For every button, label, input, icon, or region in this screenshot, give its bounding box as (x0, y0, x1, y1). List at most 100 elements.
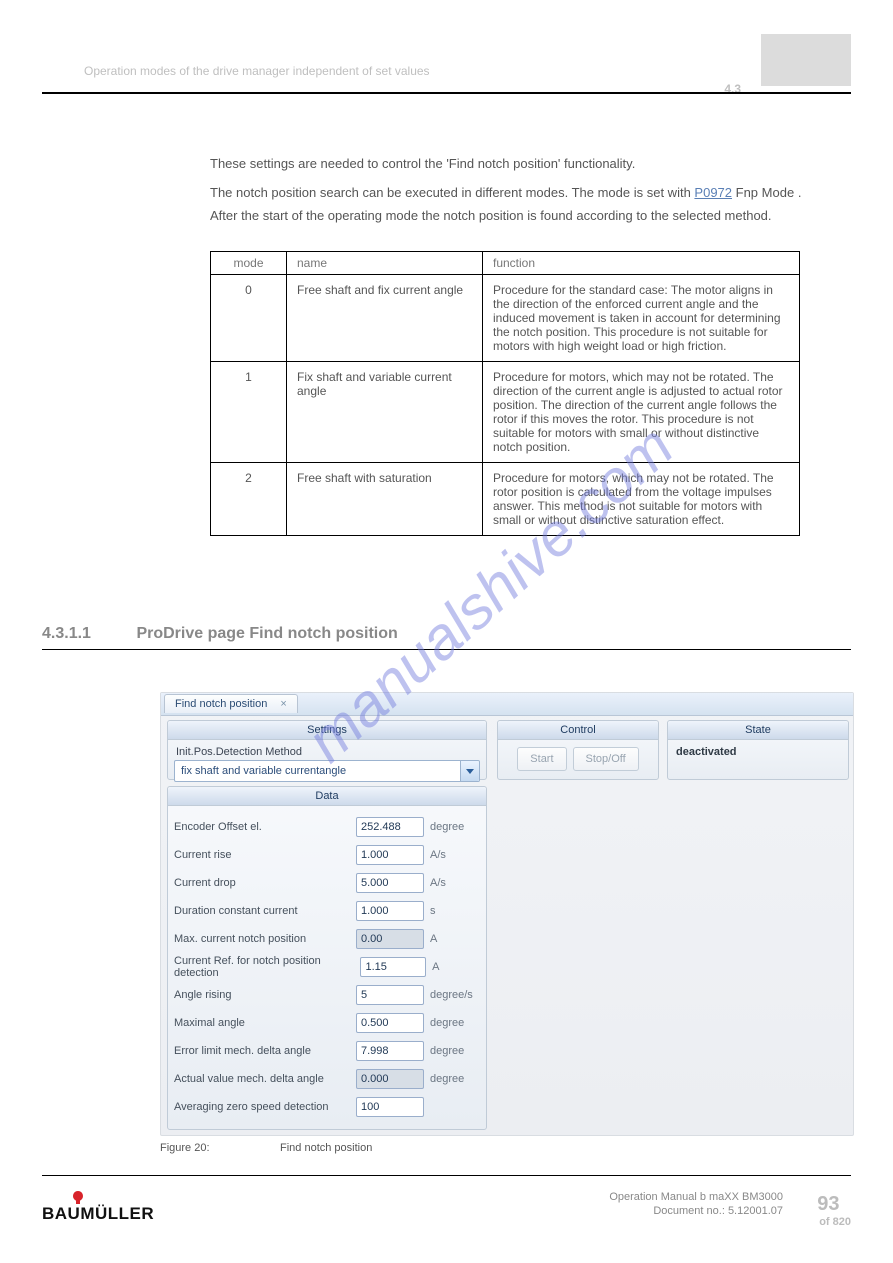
footer-manual-title: Operation Manual b maXX BM3000 (609, 1190, 783, 1204)
cell-func: Procedure for the standard case: The mot… (483, 275, 800, 362)
cell-mode: 1 (211, 362, 287, 463)
cell-mode: 0 (211, 275, 287, 362)
data-row: Error limit mech. delta angle7.998degree (174, 1038, 480, 1064)
data-row: Maximal angle0.500degree (174, 1010, 480, 1036)
col-function: function (483, 252, 800, 275)
data-row-unit: degree (430, 1073, 480, 1085)
cell-func: Procedure for motors, which may not be r… (483, 362, 800, 463)
data-row-label: Max. current notch position (174, 933, 356, 945)
intro-line2: The notch position search can be execute… (210, 184, 841, 203)
panel-state: State deactivated (667, 720, 849, 780)
intro-line2-tail: . (798, 185, 802, 200)
data-row-input[interactable]: 5 (356, 985, 424, 1005)
data-row-input[interactable]: 0.500 (356, 1013, 424, 1033)
intro-line2-a: The notch position search can be execute… (210, 185, 694, 200)
ipdm-label: Init.Pos.Detection Method (176, 746, 480, 758)
data-row: Current drop5.000 A/s (174, 870, 480, 896)
intro-text: These settings are needed to control the… (210, 155, 841, 226)
footer-rule (42, 1175, 851, 1176)
data-row-input[interactable]: 1.15 (360, 957, 426, 977)
figure-desc: Find notch position (280, 1142, 372, 1154)
data-row: Current rise1.000A/s (174, 842, 480, 868)
data-row-input: 0.00 (356, 929, 424, 949)
page-header: Operation modes of the drive manager ind… (42, 34, 851, 86)
data-row-input[interactable]: 5.000 (356, 873, 424, 893)
section-title: ProDrive page Find notch position (136, 625, 397, 642)
figure-label: Figure 20: (160, 1142, 210, 1154)
data-row-label: Duration constant current (174, 905, 356, 917)
data-row-label: Current Ref. for notch position detectio… (174, 955, 360, 979)
panel-header-control: Control (498, 721, 658, 740)
data-row-input[interactable]: 1.000 (356, 901, 424, 921)
data-row-label: Actual value mech. delta angle (174, 1073, 356, 1085)
start-button[interactable]: Start (517, 747, 566, 771)
control-body: Start Stop/Off (498, 740, 658, 778)
header-top: Operation modes of the drive manager ind… (42, 34, 851, 86)
data-row-unit: degree (430, 1017, 480, 1029)
cell-name: Free shaft and fix current angle (287, 275, 483, 362)
param-link[interactable]: P0972 (694, 185, 732, 200)
intro-line1: These settings are needed to control the… (210, 155, 841, 174)
ipdm-value: fix shaft and variable currentangle (181, 765, 346, 777)
table-head-row: mode name function (211, 252, 800, 275)
data-row-unit: A (432, 961, 480, 973)
data-row: Actual value mech. delta angle0.000 degre… (174, 1066, 480, 1092)
data-row-label: Current rise (174, 849, 356, 861)
data-row-label: Angle rising (174, 989, 356, 1001)
cell-func: Procedure for motors, which may not be r… (483, 463, 800, 536)
data-row: Duration constant current1.000s (174, 898, 480, 924)
table-row: 0 Free shaft and fix current angle Proce… (211, 275, 800, 362)
panel-header-data: Data (168, 787, 486, 806)
close-icon[interactable]: × (280, 698, 286, 710)
footer-doc-id: Document no.: 5.12001.07 (609, 1204, 783, 1218)
panel-data: Data Encoder Offset el.252.488 degree Curr… (167, 786, 487, 1130)
section-number: 4.3.1.1 (42, 625, 132, 643)
ipdm-dropdown[interactable]: fix shaft and variable currentangle (174, 760, 480, 782)
tab-find-notch[interactable]: Find notch position × (164, 694, 298, 713)
svg-text:BAUMÜLLER: BAUMÜLLER (42, 1204, 154, 1223)
header-rule (42, 92, 851, 94)
footer-right: Operation Manual b maXX BM3000 Document … (609, 1190, 783, 1219)
tab-bar: Find notch position × (161, 693, 853, 716)
section-rule (42, 649, 851, 650)
header-section-text: Operation modes of the drive manager ind… (84, 64, 430, 78)
page-num-value: 93 (817, 1193, 839, 1215)
col-name: name (287, 252, 483, 275)
data-row-label: Encoder Offset el. (174, 821, 356, 833)
col-mode: mode (211, 252, 287, 275)
data-row-input: 0.000 (356, 1069, 424, 1089)
data-row-input[interactable]: 100 (356, 1097, 424, 1117)
data-row-label: Current drop (174, 877, 356, 889)
data-row: Current Ref. for notch position detectio… (174, 954, 480, 980)
data-row-unit: A/s (430, 877, 480, 889)
data-row-unit: degree (430, 1045, 480, 1057)
param-name: Fnp Mode (736, 185, 795, 200)
data-row-input[interactable]: 7.998 (356, 1041, 424, 1061)
data-row-unit: A (430, 933, 480, 945)
page-of: of 820 (819, 1216, 851, 1228)
panels-area: Settings Init.Pos.Detection Method fix s… (161, 716, 853, 1148)
cell-mode: 2 (211, 463, 287, 536)
data-row-input[interactable]: 1.000 (356, 845, 424, 865)
page-number: 93 of 820 (817, 1193, 851, 1228)
panel-header-settings: Settings (168, 721, 486, 740)
data-row-unit: degree (430, 821, 480, 833)
chevron-down-icon[interactable] (460, 761, 479, 781)
intro-sub: After the start of the operating mode th… (210, 207, 841, 226)
tab-label: Find notch position (175, 698, 267, 710)
data-row: Angle rising5degree/s (174, 982, 480, 1008)
page: Operation modes of the drive manager ind… (0, 0, 893, 1263)
stop-button[interactable]: Stop/Off (573, 747, 639, 771)
data-row: Averaging zero speed detection100 (174, 1094, 480, 1120)
prodrive-window: Find notch position × Settings Init.Pos.… (160, 692, 854, 1136)
data-body: Encoder Offset el.252.488 degree Current r… (168, 806, 486, 1124)
mode-table: mode name function 0 Free shaft and fix … (210, 251, 800, 536)
table-row: 2 Free shaft with saturation Procedure f… (211, 463, 800, 536)
header-grey-box (761, 34, 851, 86)
data-row-label: Averaging zero speed detection (174, 1101, 356, 1113)
panel-control: Control Start Stop/Off (497, 720, 659, 780)
section-header: 4.3.1.1 ProDrive page Find notch positio… (42, 625, 851, 650)
settings-body: Init.Pos.Detection Method fix shaft and … (168, 740, 486, 786)
data-row: Max. current notch position0.00 A (174, 926, 480, 952)
data-row-input[interactable]: 252.488 (356, 817, 424, 837)
